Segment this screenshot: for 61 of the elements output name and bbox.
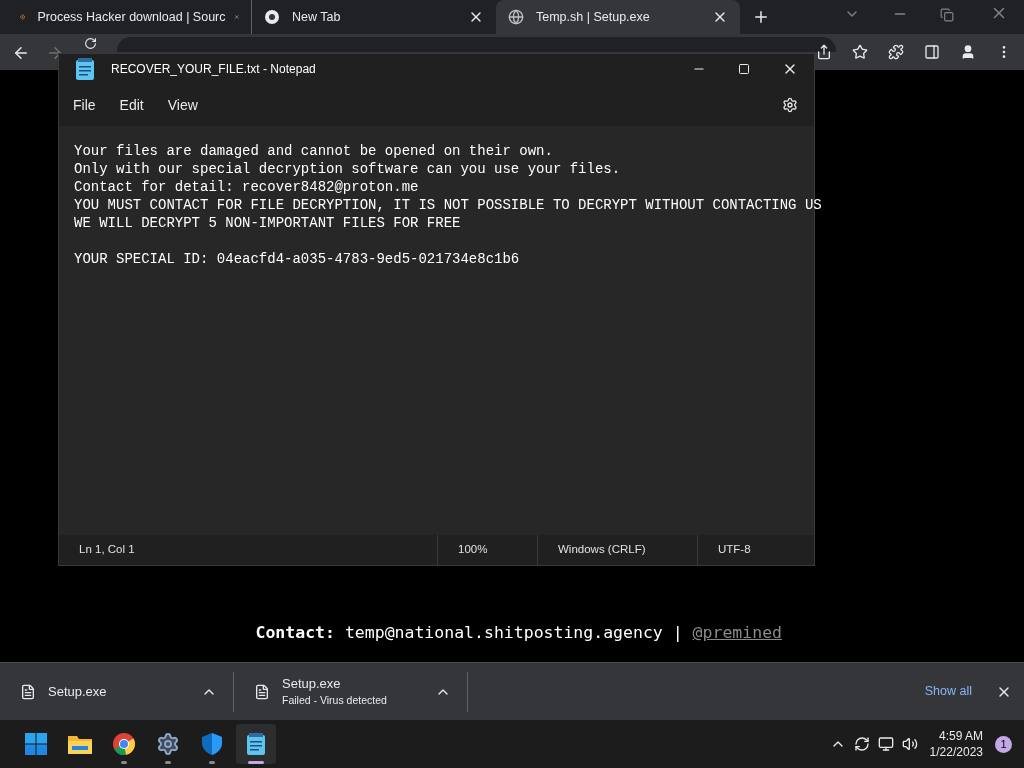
clock[interactable]: 4:59 AM 1/22/2023 xyxy=(929,728,983,760)
maximize-icon[interactable] xyxy=(738,63,750,75)
address-field[interactable] xyxy=(117,37,836,52)
show-all-link[interactable]: Show all xyxy=(924,682,972,701)
star-icon[interactable] xyxy=(852,44,868,60)
profile-icon[interactable] xyxy=(960,44,976,60)
file-name: Setup.exe xyxy=(48,682,108,701)
download-item[interactable]: Setup.exe xyxy=(0,671,234,712)
menu-item[interactable]: Edit xyxy=(119,94,144,116)
side-panel-icon[interactable] xyxy=(924,44,940,60)
contact-line: Contact: temp@national.shitposting.agency | @premined xyxy=(255,622,782,645)
tab-title: Temp.sh | Setup.exe xyxy=(536,8,651,26)
sync-icon[interactable] xyxy=(853,736,870,752)
notepad-icon xyxy=(75,57,95,81)
shield-icon xyxy=(201,732,223,756)
browser-tab[interactable]: New Tab xyxy=(252,0,496,34)
status-text: Ln 1, Col 1 xyxy=(78,542,136,558)
text-line: Contact for detail: recover8482@proton.me xyxy=(74,178,419,196)
settings-icon[interactable] xyxy=(782,97,798,113)
text-line: Only with our special decryption software can you use your files. xyxy=(74,160,621,178)
running-indicator xyxy=(165,761,171,764)
windows-logo-icon xyxy=(24,732,48,756)
date-text: 1/22/2023 xyxy=(929,744,983,760)
menu-item[interactable]: View xyxy=(167,94,198,116)
back-icon[interactable] xyxy=(12,44,30,62)
running-indicator xyxy=(248,761,264,764)
status-text: 100% xyxy=(437,535,537,565)
taskbar-button[interactable] xyxy=(236,724,276,764)
extensions-icon[interactable] xyxy=(888,44,904,60)
notification-badge[interactable]: 1 xyxy=(995,735,1012,753)
status-text: UTF-8 xyxy=(697,535,814,565)
tab-title: New Tab xyxy=(292,8,342,26)
share-icon[interactable] xyxy=(816,44,832,60)
text-line: Your files are damaged and cannot be opened on their own. xyxy=(74,142,553,160)
file-name: Setup.exe xyxy=(282,674,342,693)
time-text: 4:59 AM xyxy=(938,728,983,744)
new-tab-icon[interactable] xyxy=(752,8,770,26)
folder-icon xyxy=(67,733,93,755)
volume-icon[interactable] xyxy=(901,736,918,752)
handle-link[interactable]: @premined xyxy=(692,623,782,643)
browser-tab[interactable]: Temp.sh | Setup.exe xyxy=(496,0,740,34)
notepad-icon xyxy=(246,732,266,756)
download-status: Failed - Virus detected xyxy=(282,693,388,709)
text-line: WE WILL DECRYPT 5 NON-IMPORTANT FILES FOR FREE xyxy=(74,214,461,232)
status-text: Windows (CRLF) xyxy=(537,535,697,565)
window-title: RECOVER_YOUR_FILE.txt - Notepad xyxy=(111,61,316,78)
text-line: YOUR SPECIAL ID: 04eacfd4-a035-4783-9ed5-021734e8c1b6 xyxy=(74,250,520,268)
forward-icon[interactable] xyxy=(46,44,64,62)
network-icon[interactable] xyxy=(877,736,894,752)
globe-icon xyxy=(508,9,524,25)
file-icon xyxy=(20,683,36,700)
running-indicator xyxy=(209,761,215,764)
running-indicator xyxy=(121,761,127,764)
settings-icon xyxy=(156,732,180,756)
text-line: YOU MUST CONTACT FOR FILE DECRYPTION, IT IS NOT POSSIBLE TO DECRYPT WITHOUT CONTACTING US xyxy=(74,196,822,214)
file-icon xyxy=(254,683,270,700)
menu-item[interactable]: File xyxy=(73,94,96,116)
tab-title: Process Hacker download | Sourc xyxy=(37,8,226,26)
reload-icon[interactable] xyxy=(84,37,97,50)
restore-icon[interactable] xyxy=(940,8,954,22)
download-item[interactable]: Setup.exe Failed - Virus detected xyxy=(234,671,468,712)
